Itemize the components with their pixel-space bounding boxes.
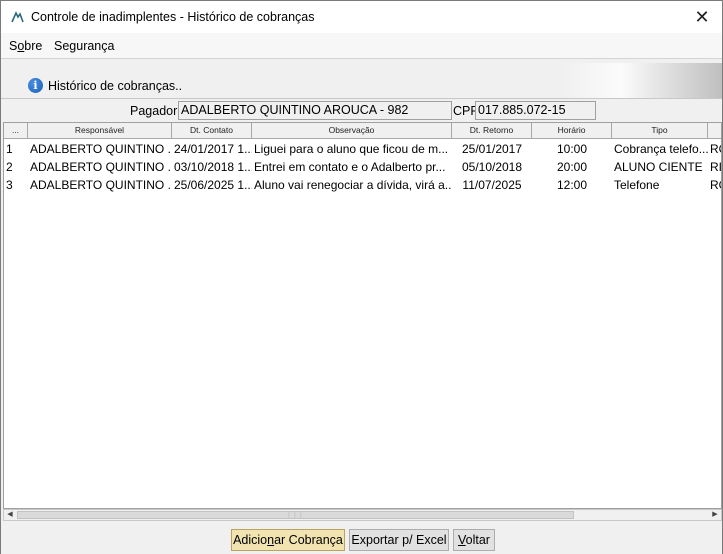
cell-index: 3 <box>6 178 13 192</box>
back-mnemonic: V <box>458 533 466 547</box>
cell-observacao: Aluno vai renegociar a dívida, virá a... <box>254 178 452 192</box>
cell-responsavel: ADALBERTO QUINTINO ... <box>30 178 172 192</box>
window-title: Controle de inadimplentes - Histórico de… <box>31 10 315 24</box>
payer-label: Pagador: <box>130 104 181 118</box>
chevron-left-icon[interactable]: ◀ <box>4 510 16 520</box>
title-bar: Controle de inadimplentes - Histórico de… <box>1 1 722 33</box>
column-header-tipo[interactable]: Tipo <box>612 123 708 139</box>
button-bar: Adicionar Cobrança Exportar p/ Excel Vol… <box>1 522 722 554</box>
chevron-right-icon[interactable]: ▶ <box>709 510 721 520</box>
column-header-horario[interactable]: Horário <box>532 123 612 139</box>
menu-seguranca-label: Segurança <box>54 39 115 53</box>
menu-sobre-label-b: bre <box>24 39 43 53</box>
cell-observacao: Liguei para o aluno que ficou de m... <box>254 142 449 156</box>
history-table[interactable]: ... Responsável Dt. Contato Observação D… <box>3 122 722 509</box>
cpf-field[interactable]: 017.885.072-15 <box>475 101 596 120</box>
cell-index: 2 <box>6 160 13 174</box>
cell-responsavel: ADALBERTO QUINTINO ... <box>30 142 172 156</box>
app-logo-icon <box>11 11 24 23</box>
cell-extra: RIC <box>710 160 722 174</box>
table-row[interactable]: 1 ADALBERTO QUINTINO ... 24/01/2017 1...… <box>4 140 721 158</box>
add-label-a: Adicio <box>233 533 268 547</box>
column-header-index[interactable]: ... <box>4 123 28 139</box>
table-header: ... Responsável Dt. Contato Observação D… <box>4 123 721 139</box>
close-button[interactable]: ✕ <box>682 1 722 33</box>
add-label-b: ar Cobrança <box>274 533 343 547</box>
cell-dt-retorno: 05/10/2018 <box>461 160 523 174</box>
table-row[interactable]: 2 ADALBERTO QUINTINO ... 03/10/2018 1...… <box>4 158 722 176</box>
cell-observacao: Entrei em contato e o Adalberto pr... <box>254 160 446 174</box>
close-icon: ✕ <box>694 6 710 27</box>
column-header-observacao[interactable]: Observação <box>252 123 452 139</box>
cell-tipo: Telefone <box>614 178 660 192</box>
cell-horario: 12:00 <box>556 178 588 192</box>
cell-horario: 20:00 <box>556 160 588 174</box>
payer-field[interactable]: ADALBERTO QUINTINO AROUCA - 982 <box>178 101 452 120</box>
cell-tipo: Cobrança telefo... <box>614 142 708 156</box>
divider <box>1 98 722 99</box>
column-header-dt-retorno[interactable]: Dt. Retorno <box>452 123 532 139</box>
menu-seguranca[interactable]: Segurança <box>54 39 114 53</box>
cell-dt-contato: 24/01/2017 1... <box>174 142 252 156</box>
cell-dt-retorno: 11/07/2025 <box>462 178 522 192</box>
info-icon: i <box>28 78 43 93</box>
menu-bar: Sobre Segurança <box>1 33 722 59</box>
cell-responsavel: ADALBERTO QUINTINO ... <box>30 160 172 174</box>
scrollbar-thumb[interactable]: ⋮⋮⋮ <box>17 511 574 519</box>
cell-dt-contato: 25/06/2025 1... <box>174 178 252 192</box>
cell-tipo: ALUNO CIENTE <box>614 160 703 174</box>
cell-extra: RO <box>710 142 721 156</box>
app-window: Controle de inadimplentes - Histórico de… <box>0 0 723 554</box>
table-row[interactable]: 3 ADALBERTO QUINTINO ... 25/06/2025 1...… <box>4 176 721 194</box>
cell-extra: RO <box>710 178 721 192</box>
menu-sobre[interactable]: Sobre <box>9 39 42 53</box>
column-header-dt-contato[interactable]: Dt. Contato <box>172 123 252 139</box>
horizontal-scrollbar[interactable]: ◀ ⋮⋮⋮ ▶ <box>3 509 722 521</box>
back-button[interactable]: Voltar <box>453 529 495 551</box>
column-header-responsavel[interactable]: Responsável <box>28 123 172 139</box>
cell-dt-retorno: 25/01/2017 <box>461 142 523 156</box>
info-banner: i Histórico de cobranças.. <box>1 63 722 99</box>
cell-index: 1 <box>6 142 13 156</box>
grip-icon: ⋮⋮⋮ <box>286 513 304 519</box>
export-label: Exportar p/ Excel <box>351 533 447 547</box>
banner-caption: Histórico de cobranças.. <box>48 79 183 93</box>
column-header-extra[interactable] <box>708 123 721 139</box>
cell-horario: 10:00 <box>556 142 588 156</box>
export-excel-button[interactable]: Exportar p/ Excel <box>349 529 449 551</box>
add-cobranca-button[interactable]: Adicionar Cobrança <box>231 529 345 551</box>
cell-dt-contato: 03/10/2018 1... <box>174 160 252 174</box>
back-label: oltar <box>465 533 490 547</box>
